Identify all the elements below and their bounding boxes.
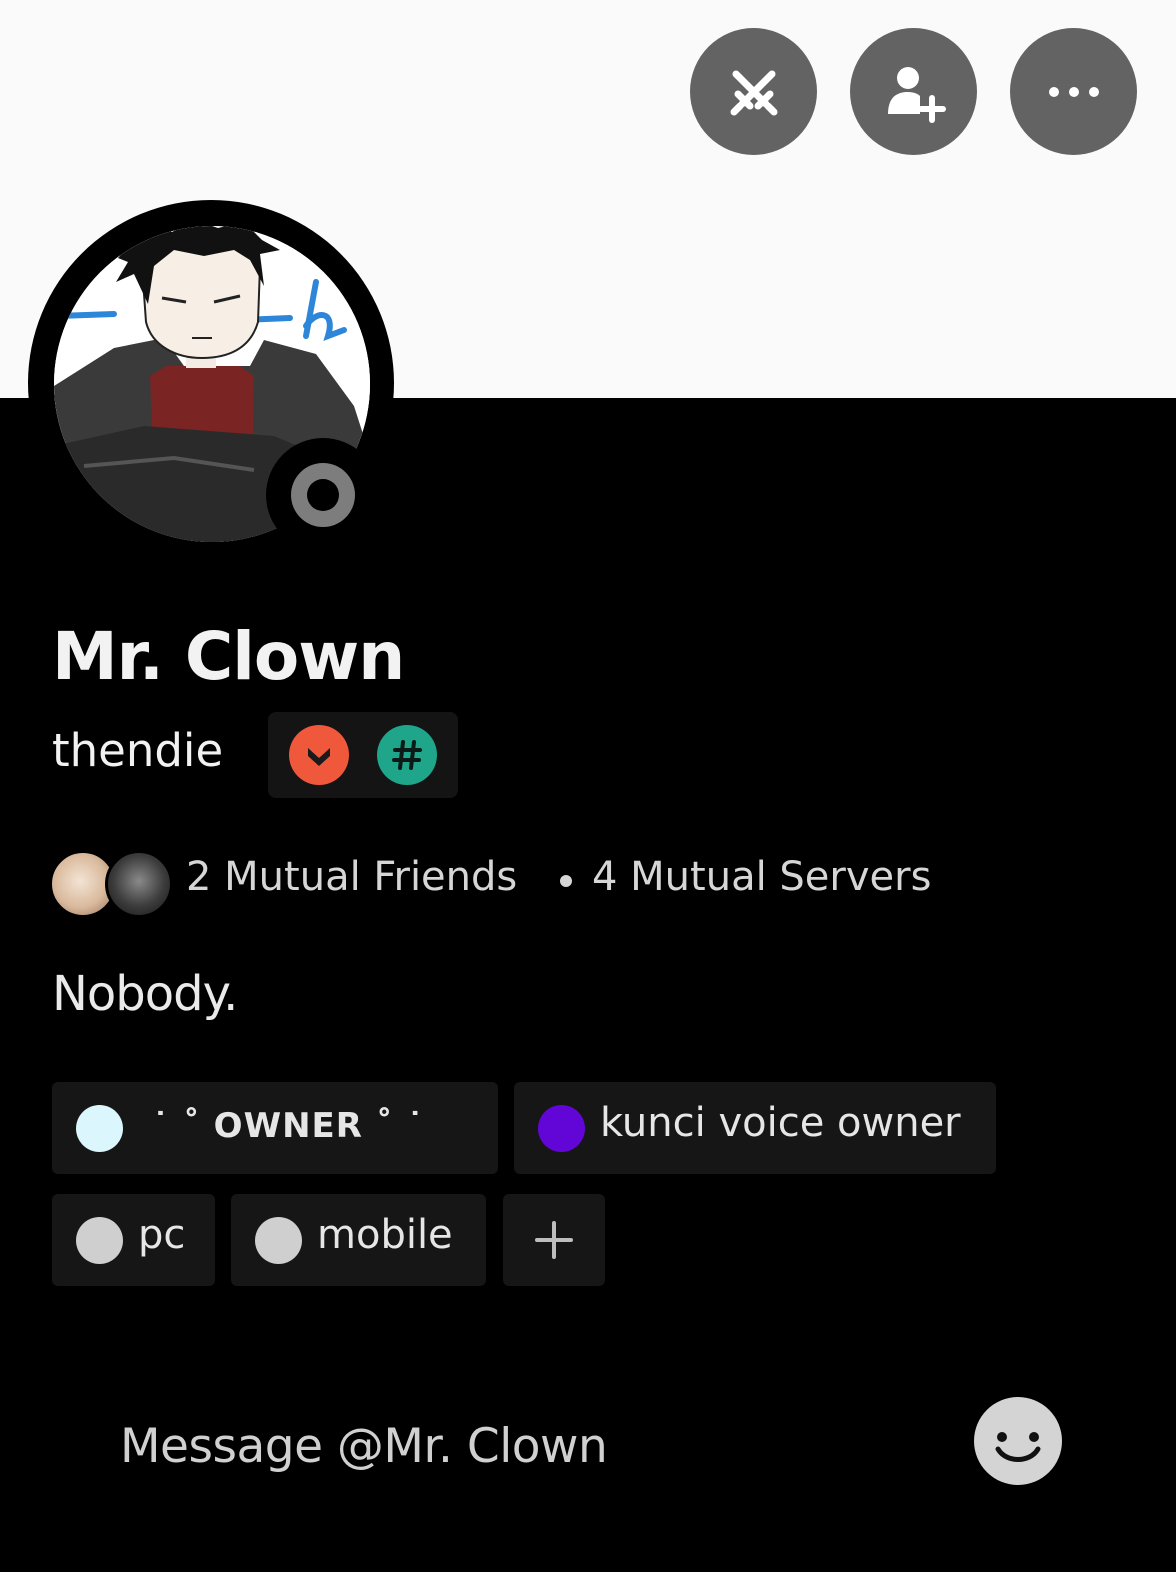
mutual-servers-link[interactable]: 4 Mutual Servers — [592, 854, 931, 900]
badge-container — [268, 712, 458, 798]
role-label: ˙ ˚ OWNER ˚ ˙ — [152, 1106, 425, 1146]
role-color-dot — [76, 1105, 123, 1152]
separator-dot — [560, 875, 572, 887]
mutual-friends-link[interactable]: 2 Mutual Friends — [186, 854, 517, 900]
role-color-dot — [255, 1217, 302, 1264]
add-friend-button[interactable] — [850, 28, 977, 155]
role-label: kunci voice owner — [600, 1100, 961, 1146]
swords-crossed-icon — [730, 70, 777, 115]
role-pc[interactable]: pc — [52, 1194, 215, 1286]
add-role-button[interactable] — [503, 1194, 605, 1286]
chevron-badge-icon[interactable] — [289, 725, 349, 785]
role-label: pc — [138, 1212, 186, 1258]
username[interactable]: thendie — [52, 724, 223, 777]
role-mobile[interactable]: mobile — [231, 1194, 486, 1286]
add-friend-icon — [887, 66, 946, 123]
more-icon — [1048, 86, 1099, 97]
message-input[interactable] — [118, 1410, 942, 1482]
role-color-dot — [538, 1105, 585, 1152]
display-name: Mr. Clown — [52, 618, 405, 695]
role-owner[interactable]: ˙ ˚ OWNER ˚ ˙ — [52, 1082, 498, 1174]
chevron-down-icon — [308, 748, 330, 766]
status-offline-icon — [291, 463, 355, 527]
role-color-dot — [76, 1217, 123, 1264]
bio-text: Nobody. — [52, 966, 238, 1022]
emoji-button[interactable] — [974, 1397, 1062, 1485]
mutual-info[interactable]: 2 Mutual Friends 4 Mutual Servers — [49, 850, 952, 918]
more-options-button[interactable] — [1010, 28, 1137, 155]
hashtag-icon — [392, 740, 422, 770]
emoji-icon — [995, 1432, 1041, 1462]
role-label: mobile — [317, 1212, 453, 1258]
mutual-friend-avatar — [105, 850, 173, 918]
plus-icon — [535, 1221, 573, 1259]
role-kunci-voice-owner[interactable]: kunci voice owner — [514, 1082, 996, 1174]
game-activity-button[interactable] — [690, 28, 817, 155]
hashtag-badge-icon[interactable] — [377, 725, 437, 785]
